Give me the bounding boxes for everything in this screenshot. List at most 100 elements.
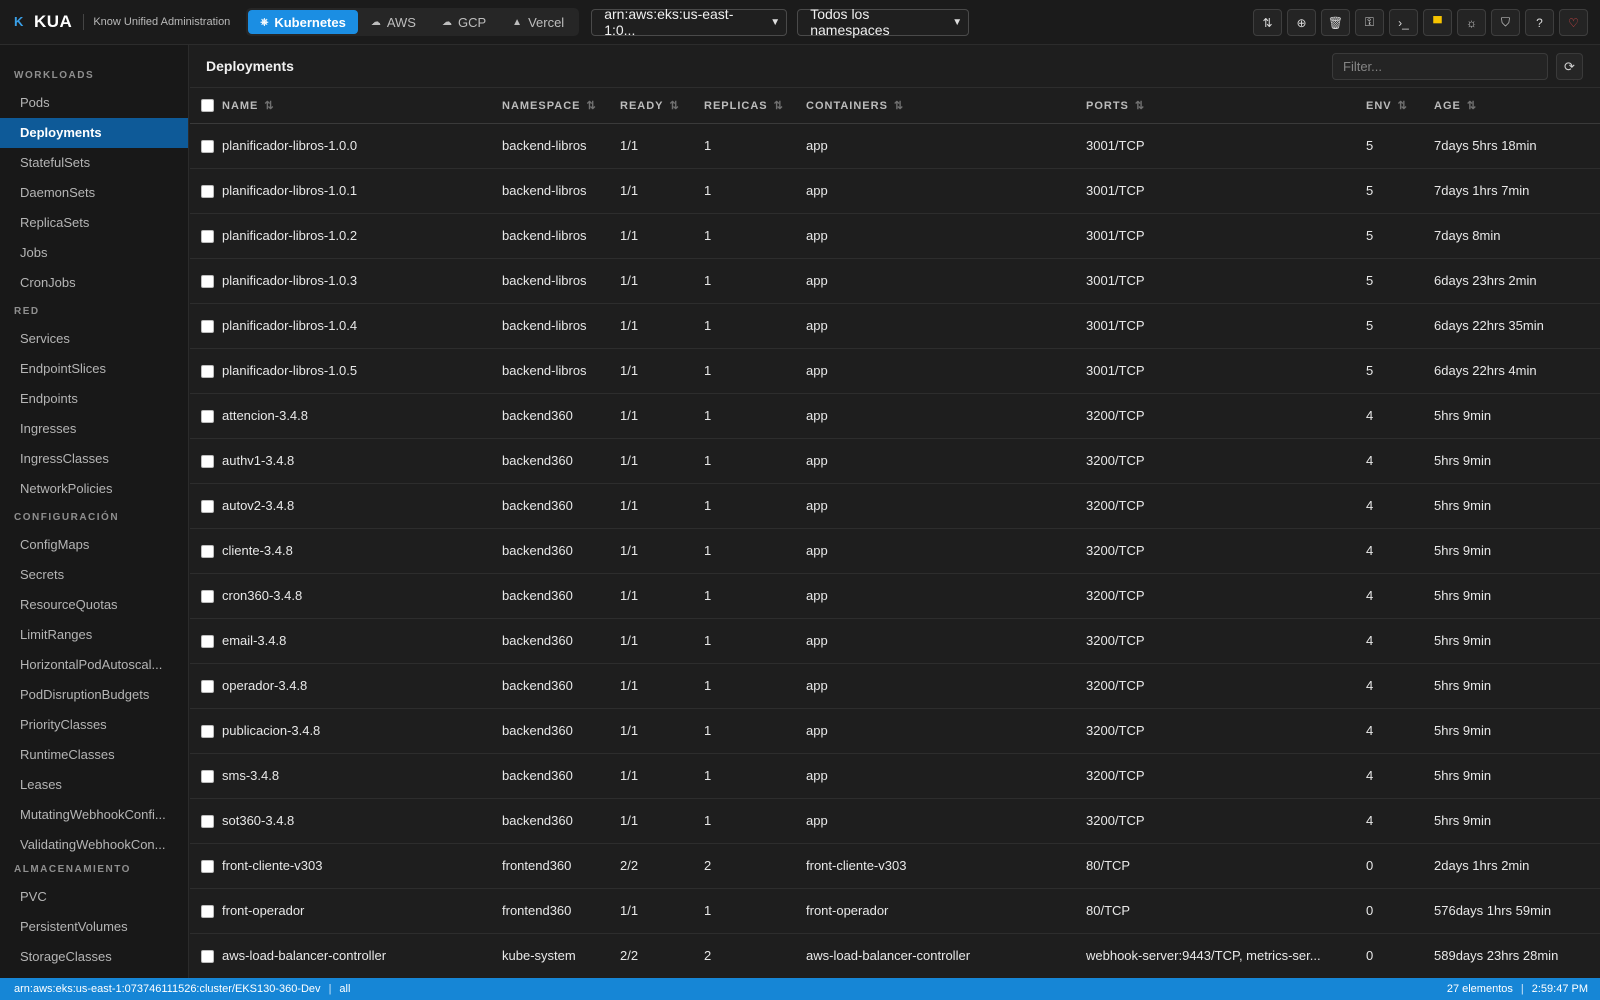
table-row[interactable]: cron360-3.4.8 backend360 1/1 1 app 3200/TCP 4 5… [190, 573, 1600, 619]
row-checkbox[interactable] [201, 500, 214, 514]
table-row[interactable]: sot360-3.4.8 backend360 1/1 1 app 3200/TCP 4 5h… [190, 798, 1600, 844]
table-row[interactable]: planificador-libros-1.0.0 backend-libros 1… [190, 123, 1600, 169]
sidebar-item-ingresses[interactable]: Ingresses [0, 414, 188, 444]
sidebar-item-endpoints[interactable]: Endpoints [0, 384, 188, 414]
cell-name: planificador-libros-1.0.1 [222, 168, 502, 214]
table-row[interactable]: planificador-libros-1.0.4 backend-libros 1… [190, 303, 1600, 349]
table-row[interactable]: planificador-libros-1.0.3 backend-libros 1… [190, 258, 1600, 304]
column-header-age[interactable]: AGE ⇅ [1434, 88, 1600, 124]
row-checkbox[interactable] [201, 860, 214, 874]
tab-gcp[interactable]: ☁ GCP [429, 10, 499, 34]
row-select-cell [190, 843, 222, 889]
cell-age: 589days 23hrs 28min [1434, 933, 1600, 978]
table-row[interactable]: aws-load-balancer-controller kube-system 2… [190, 933, 1600, 978]
row-checkbox[interactable] [201, 905, 214, 919]
table-row[interactable]: email-3.4.8 backend360 1/1 1 app 3200/TCP 4 5hr… [190, 618, 1600, 664]
heart-button[interactable]: ♡ [1559, 9, 1588, 36]
row-checkbox[interactable] [201, 635, 214, 649]
column-header-ready[interactable]: READY ⇅ [620, 88, 704, 124]
sidebar-item-secrets[interactable]: Secrets [0, 560, 188, 590]
sidebar-item-pvc[interactable]: PVC [0, 882, 188, 912]
column-header-name[interactable]: NAME ⇅ [222, 88, 502, 124]
switch-button[interactable]: ⇅ [1253, 9, 1282, 36]
cell-ports: 3200/TCP [1086, 618, 1366, 664]
shield-button[interactable]: ⛉ [1491, 9, 1520, 36]
row-checkbox[interactable] [201, 455, 214, 469]
row-checkbox[interactable] [201, 320, 214, 334]
sidebar-item-replicasets[interactable]: ReplicaSets [0, 208, 188, 238]
row-checkbox[interactable] [201, 815, 214, 829]
sidebar-item-limitranges[interactable]: LimitRanges [0, 620, 188, 650]
table-row[interactable]: operador-3.4.8 backend360 1/1 1 app 3200/TCP 4… [190, 663, 1600, 709]
cell-age: 2days 1hrs 2min [1434, 843, 1600, 889]
sidebar-item-horizontalpodautoscal[interactable]: HorizontalPodAutoscal... [0, 650, 188, 680]
tab-aws[interactable]: ☁ AWS [358, 10, 429, 34]
filter-input[interactable] [1332, 53, 1548, 80]
column-header-env[interactable]: ENV ⇅ [1366, 88, 1434, 124]
row-checkbox[interactable] [201, 140, 214, 154]
row-checkbox[interactable] [201, 680, 214, 694]
table-row[interactable]: authv1-3.4.8 backend360 1/1 1 app 3200/TCP 4 5h… [190, 438, 1600, 484]
row-checkbox[interactable] [201, 275, 214, 289]
row-checkbox[interactable] [201, 950, 214, 964]
column-header-ports[interactable]: PORTS ⇅ [1086, 88, 1366, 124]
sidebar-item-priorityclasses[interactable]: PriorityClasses [0, 710, 188, 740]
table-row[interactable]: cliente-3.4.8 backend360 1/1 1 app 3200/TCP 4 5… [190, 528, 1600, 574]
sidebar-item-statefulsets[interactable]: StatefulSets [0, 148, 188, 178]
sidebar-item-mutatingwebhookconfi[interactable]: MutatingWebhookConfi... [0, 800, 188, 830]
tab-vercel[interactable]: ▲ Vercel [499, 10, 577, 34]
spain-flag-button[interactable]: ▀ [1423, 9, 1452, 36]
table-row[interactable]: planificador-libros-1.0.5 backend-libros 1… [190, 348, 1600, 394]
row-checkbox[interactable] [201, 590, 214, 604]
sidebar-item-services[interactable]: Services [0, 324, 188, 354]
sidebar-item-deployments[interactable]: Deployments [0, 118, 188, 148]
sidebar-item-runtimeclasses[interactable]: RuntimeClasses [0, 740, 188, 770]
cell-name: authv1-3.4.8 [222, 438, 502, 484]
row-checkbox[interactable] [201, 185, 214, 199]
table-row[interactable]: publicacion-3.4.8 backend360 1/1 1 app 3200/T… [190, 708, 1600, 754]
row-checkbox[interactable] [201, 725, 214, 739]
sidebar-item-pods[interactable]: Pods [0, 88, 188, 118]
select-all-checkbox[interactable] [201, 98, 214, 112]
table-row[interactable]: attencion-3.4.8 backend360 1/1 1 app 3200/TCP… [190, 393, 1600, 439]
sidebar-item-daemonsets[interactable]: DaemonSets [0, 178, 188, 208]
add-circle-button[interactable]: ⊕ [1287, 9, 1316, 36]
sidebar-item-validatingwebhookcon[interactable]: ValidatingWebhookCon... [0, 830, 188, 860]
sidebar-item-jobs[interactable]: Jobs [0, 238, 188, 268]
cell-namespace: backend-libros [502, 303, 620, 349]
table-row[interactable]: front-operador frontend360 1/1 1 front-opera… [190, 888, 1600, 934]
sidebar-item-persistentvolumes[interactable]: PersistentVolumes [0, 912, 188, 942]
row-checkbox[interactable] [201, 770, 214, 784]
sidebar-item-leases[interactable]: Leases [0, 770, 188, 800]
table-row[interactable]: planificador-libros-1.0.1 backend-libros 1… [190, 168, 1600, 214]
table-row[interactable]: planificador-libros-1.0.2 backend-libros 1… [190, 213, 1600, 259]
sidebar-item-configmaps[interactable]: ConfigMaps [0, 530, 188, 560]
tab-kubernetes[interactable]: ⎈ Kubernetes [248, 10, 358, 34]
sidebar-item-cronjobs[interactable]: CronJobs [0, 268, 188, 298]
cluster-select[interactable]: arn:aws:eks:us-east-1:0... ▼ [591, 6, 788, 38]
sidebar-item-endpointslices[interactable]: EndpointSlices [0, 354, 188, 384]
row-checkbox[interactable] [201, 365, 214, 379]
table-row[interactable]: front-cliente-v303 frontend360 2/2 2 front-c… [190, 843, 1600, 889]
refresh-button[interactable]: ⟳ [1556, 53, 1583, 80]
table-row[interactable]: sms-3.4.8 backend360 1/1 1 app 3200/TCP 4 5hrs … [190, 753, 1600, 799]
help-button[interactable]: ? [1525, 9, 1554, 36]
row-checkbox[interactable] [201, 545, 214, 559]
sun-button[interactable]: ☼ [1457, 9, 1486, 36]
table-row[interactable]: autov2-3.4.8 backend360 1/1 1 app 3200/TCP 4 5h… [190, 483, 1600, 529]
sidebar-item-resourcequotas[interactable]: ResourceQuotas [0, 590, 188, 620]
sidebar-item-networkpolicies[interactable]: NetworkPolicies [0, 474, 188, 504]
sidebar-item-poddisruptionbudgets[interactable]: PodDisruptionBudgets [0, 680, 188, 710]
terminal-button[interactable]: ›_ [1389, 9, 1418, 36]
row-checkbox[interactable] [201, 410, 214, 424]
namespace-select[interactable]: Todos los namespaces ▼ [797, 6, 970, 38]
row-checkbox[interactable] [201, 230, 214, 244]
cell-namespace: backend360 [502, 618, 620, 664]
trash-button[interactable]: 🗑 [1321, 9, 1350, 36]
column-header-replicas[interactable]: REPLICAS ⇅ [704, 88, 806, 124]
sidebar-item-ingressclasses[interactable]: IngressClasses [0, 444, 188, 474]
key-button[interactable]: ⚿ [1355, 9, 1384, 36]
sidebar-item-storageclasses[interactable]: StorageClasses [0, 942, 188, 972]
column-header-namespace[interactable]: NAMESPACE ⇅ [502, 88, 620, 124]
column-header-containers[interactable]: CONTAINERS ⇅ [806, 88, 1086, 124]
